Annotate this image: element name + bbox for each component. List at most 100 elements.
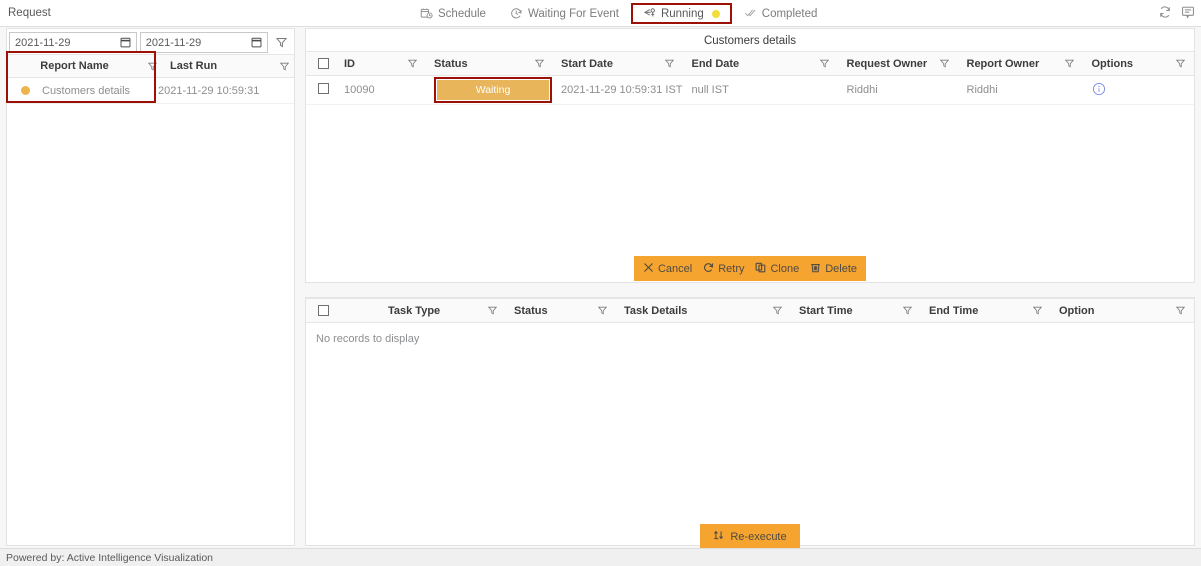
date-from-input[interactable]: 2021-11-29 (9, 32, 137, 53)
filter-funnel-icon[interactable] (897, 306, 917, 315)
status-highlight-box: Waiting (434, 77, 552, 103)
select-all-checkbox[interactable] (318, 305, 329, 316)
calendar-icon[interactable] (120, 36, 131, 52)
filter-funnel-icon[interactable] (274, 62, 294, 71)
info-circle-icon[interactable] (1092, 82, 1106, 99)
tab-waiting-for-event[interactable]: Waiting For Event (498, 3, 631, 24)
comment-icon[interactable] (1181, 5, 1195, 22)
top-bar-actions (1158, 5, 1195, 22)
clone-button-label: Clone (770, 262, 800, 275)
filter-funnel-icon[interactable] (815, 59, 835, 68)
column-request-owner-label: Request Owner (846, 57, 928, 70)
column-status[interactable]: Status (506, 298, 616, 323)
cell-end-date: null IST (683, 75, 839, 105)
last-run-value: 2021-11-29 10:59:31 (158, 84, 260, 97)
cell-request-owner: Riddhi (838, 75, 959, 105)
status-badge[interactable]: Waiting (437, 80, 549, 100)
column-end-time[interactable]: End Time (921, 298, 1051, 323)
tasks-table: Task Type Status Task Details Start Time… (306, 298, 1194, 323)
tab-completed-label: Completed (761, 7, 818, 20)
column-start-time[interactable]: Start Time (791, 298, 921, 323)
cell-id: 10090 (336, 75, 426, 105)
column-task-type-label: Task Type (388, 304, 441, 317)
requests-action-bar: Cancel Retry Clone Delete (634, 256, 866, 281)
filter-funnel-icon[interactable] (482, 306, 502, 315)
refresh-icon[interactable] (1158, 5, 1172, 22)
filter-funnel-icon (275, 37, 287, 48)
footer-bar: Powered by: Active Intelligence Visualiz… (0, 548, 1201, 566)
cancel-button[interactable]: Cancel (643, 262, 692, 276)
delete-button[interactable]: Delete (810, 262, 857, 276)
filter-funnel-icon[interactable] (142, 62, 162, 71)
cancel-button-label: Cancel (657, 262, 693, 275)
reexecute-arrows-icon (713, 529, 725, 544)
report-name-value: Customers details (42, 84, 131, 97)
retry-button[interactable]: Retry (703, 262, 744, 276)
column-select-all (306, 51, 336, 76)
column-request-owner[interactable]: Request Owner (838, 51, 959, 76)
tab-completed[interactable]: Completed (732, 3, 830, 24)
filter-funnel-icon[interactable] (1060, 59, 1080, 68)
cell-options (1083, 75, 1194, 105)
column-last-run[interactable]: Last Run (162, 60, 294, 72)
clone-button[interactable]: Clone (755, 262, 799, 276)
cell-report-owner: Riddhi (958, 75, 1084, 105)
column-end-date[interactable]: End Date (683, 51, 839, 76)
reports-table-header: Report Name Last Run (7, 54, 294, 78)
tab-running[interactable]: Running (630, 3, 732, 24)
filter-funnel-icon[interactable] (592, 306, 612, 315)
requests-panel-title: Customers details (703, 35, 797, 47)
row-select-cell (306, 75, 336, 105)
filter-funnel-icon[interactable] (1170, 59, 1190, 68)
running-status-dot (711, 9, 720, 18)
status-dot-icon (21, 86, 30, 95)
copy-icon (755, 262, 766, 276)
requests-table: ID Status Start Date End Date Request Ow… (306, 51, 1194, 105)
retry-button-label: Retry (718, 262, 745, 275)
column-task-details[interactable]: Task Details (616, 298, 791, 323)
filter-funnel-icon[interactable] (935, 59, 955, 68)
cell-status: Waiting (426, 75, 553, 105)
column-id[interactable]: ID (336, 51, 426, 76)
filter-funnel-icon[interactable] (529, 59, 549, 68)
calendar-clock-icon (420, 7, 433, 20)
apply-date-filter-button[interactable] (271, 37, 292, 48)
column-options-label: Options (1091, 57, 1134, 70)
application-root: Request Schedule Waiting For Event Runni… (0, 0, 1201, 566)
close-x-icon (643, 262, 654, 276)
row-checkbox[interactable] (318, 83, 329, 94)
column-start-date[interactable]: Start Date (553, 51, 684, 76)
tab-running-label: Running (660, 7, 704, 20)
filter-funnel-icon[interactable] (767, 306, 787, 315)
re-execute-button[interactable]: Re-execute (700, 524, 800, 549)
tab-schedule[interactable]: Schedule (408, 3, 498, 24)
running-arrow-icon (643, 7, 656, 20)
page-title: Request (8, 7, 51, 19)
column-options[interactable]: Options (1083, 51, 1194, 76)
filter-funnel-icon[interactable] (1170, 306, 1190, 315)
clock-icon (510, 7, 523, 20)
filter-funnel-icon[interactable] (402, 59, 422, 68)
calendar-icon[interactable] (251, 36, 262, 52)
column-option-label: Option (1059, 304, 1095, 317)
filter-funnel-icon[interactable] (1027, 306, 1047, 315)
trash-icon (810, 262, 821, 276)
delete-button-label: Delete (825, 262, 858, 275)
column-status[interactable]: Status (426, 51, 553, 76)
column-last-run-label: Last Run (170, 60, 218, 72)
list-item[interactable]: Customers details 2021-11-29 10:59:31 (7, 78, 294, 104)
column-report-name[interactable]: Report Name (7, 60, 162, 72)
date-filter-row: 2021-11-29 2021-11-29 (7, 31, 294, 54)
select-all-checkbox[interactable] (318, 58, 329, 69)
cell-start-date: 2021-11-29 10:59:31 IST (553, 75, 684, 105)
footer-text: Powered by: Active Intelligence Visualiz… (6, 551, 214, 564)
column-id-label: ID (344, 57, 355, 70)
column-report-owner[interactable]: Report Owner (958, 51, 1084, 76)
column-option[interactable]: Option (1051, 298, 1194, 323)
column-task-type[interactable]: Task Type (336, 298, 506, 323)
table-row[interactable]: 10090 Waiting 2021-11-29 10:59:31 IST nu… (306, 75, 1194, 105)
tab-schedule-label: Schedule (438, 7, 486, 20)
requests-table-body: 10090 Waiting 2021-11-29 10:59:31 IST nu… (306, 75, 1194, 105)
date-to-input[interactable]: 2021-11-29 (139, 32, 268, 53)
filter-funnel-icon[interactable] (660, 59, 680, 68)
